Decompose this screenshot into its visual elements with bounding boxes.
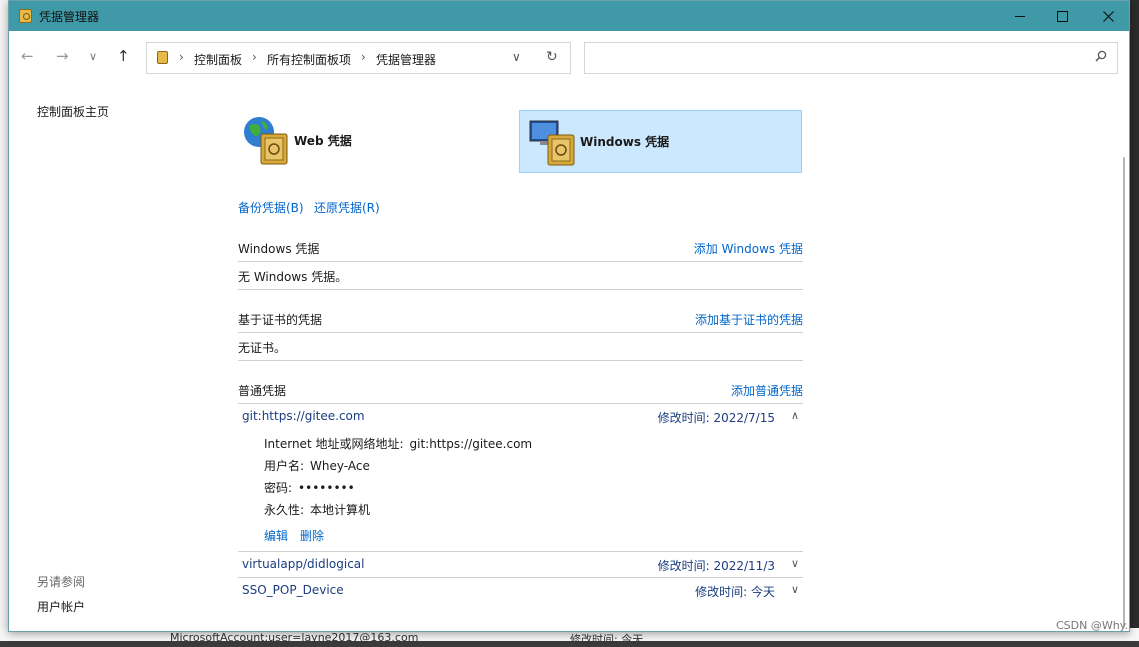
generic-credentials-section-header: 普通凭据 添加普通凭据 [238,382,803,402]
background-left-edge [0,0,8,641]
detail-persistence: 永久性: 本地计算机 [264,501,370,518]
detail-value: •••••••• [298,481,355,495]
detail-label: 永久性: [264,503,305,517]
window-title: 凭据管理器 [39,10,100,24]
breadcrumb-separator-icon: › [179,50,184,64]
credential-row[interactable]: git:https://gitee.com 修改时间: 2022/7/15 ∧ [238,409,803,431]
web-credentials-label: Web 凭据 [294,134,352,148]
edit-credential-link[interactable]: 编辑 [264,527,288,544]
divider [238,403,803,404]
detail-label: Internet 地址或网络地址: [264,437,404,451]
divider [238,551,803,552]
background-right-edge [1130,0,1139,641]
web-credentials-icon [244,117,288,165]
chevron-down-icon[interactable]: ∨ [791,557,799,570]
credential-row[interactable]: virtualapp/didlogical 修改时间: 2022/11/3 ∨ [238,557,803,579]
address-bar[interactable]: › 控制面板 › 所有控制面板项 › 凭据管理器 ∨ ↻ [146,42,571,74]
no-windows-credentials-text: 无 Windows 凭据。 [238,270,348,284]
divider [238,332,803,333]
user-accounts-link[interactable]: 用户帐户 [37,598,85,615]
certificate-credentials-section-header: 基于证书的凭据 添加基于证书的凭据 [238,311,803,331]
section-label: 普通凭据 [238,384,287,398]
credential-manager-window: 凭据管理器 ← → ∨ ↑ › 控制面板 › 所有控制面板项 › 凭据管理器 ∨… [8,0,1130,632]
add-generic-credential-link[interactable]: 添加普通凭据 [731,382,803,399]
background-text-2: 修改时间: 今天 [570,633,644,646]
add-certificate-credential-link[interactable]: 添加基于证书的凭据 [695,311,803,328]
credential-modified: 修改时间: 今天 [695,585,775,599]
recent-locations-chevron-icon[interactable]: ∨ [89,50,97,63]
divider [238,289,803,290]
breadcrumb-separator-icon: › [361,50,366,64]
credential-manager-icon [19,9,32,23]
address-dropdown-chevron-icon[interactable]: ∨ [512,50,521,64]
windows-credentials-label: Windows 凭据 [580,135,670,149]
title-bar[interactable]: 凭据管理器 [9,1,1129,31]
search-icon [1095,50,1107,62]
credential-name: git:https://gitee.com [242,409,365,423]
maximize-icon [1056,10,1068,22]
no-certificates-text: 无证书。 [238,341,287,355]
forward-arrow-icon[interactable]: → [56,47,69,65]
minimize-icon [1015,15,1025,17]
windows-credentials-icon [529,120,575,166]
detail-address: Internet 地址或网络地址: git:https://gitee.com [264,435,532,452]
detail-password: 密码: •••••••• [264,479,355,496]
back-arrow-icon[interactable]: ← [21,47,34,65]
background-text: MicrosoftAccount:user=layne2017@163.com [170,631,419,644]
breadcrumb-control-panel[interactable]: 控制面板 [194,51,242,68]
search-input[interactable] [584,42,1118,74]
refresh-icon[interactable]: ↻ [546,49,558,65]
control-panel-home-link[interactable]: 控制面板主页 [37,103,109,120]
credential-modified: 修改时间: 2022/7/15 [657,411,775,425]
restore-credentials-link[interactable]: 还原凭据(R) [314,199,380,216]
detail-label: 用户名: [264,459,305,473]
scrollbar[interactable] [1117,87,1129,631]
section-label: 基于证书的凭据 [238,313,323,327]
detail-value: Whey-Ace [310,459,370,473]
credential-modified: 修改时间: 2022/11/3 [657,559,775,573]
windows-credentials-tile[interactable]: Windows 凭据 [519,110,802,173]
minimize-button[interactable] [997,1,1043,31]
up-arrow-icon[interactable]: ↑ [117,47,130,65]
credential-name: SSO_POP_Device [242,583,344,597]
divider [238,360,803,361]
breadcrumb-credential-manager[interactable]: 凭据管理器 [376,51,436,68]
navigation-bar: ← → ∨ ↑ › 控制面板 › 所有控制面板项 › 凭据管理器 ∨ ↻ [9,31,1129,87]
detail-label: 密码: [264,481,293,495]
breadcrumb-all-items[interactable]: 所有控制面板项 [267,51,351,68]
watermark: CSDN @Why. [1056,619,1129,632]
close-icon [1102,10,1114,22]
detail-value: 本地计算机 [310,503,371,517]
chevron-down-icon[interactable]: ∨ [791,583,799,596]
detail-username: 用户名: Whey-Ace [264,457,370,474]
scrollbar-thumb[interactable] [1123,157,1125,627]
section-label: Windows 凭据 [238,242,320,256]
breadcrumb-separator-icon: › [252,50,257,64]
add-windows-credential-link[interactable]: 添加 Windows 凭据 [694,240,803,257]
web-credentials-tile[interactable]: Web 凭据 [237,110,507,173]
credential-name: virtualapp/didlogical [242,557,365,571]
windows-credentials-section-header: Windows 凭据 添加 Windows 凭据 [238,240,803,260]
detail-value: git:https://gitee.com [409,437,533,451]
credential-manager-icon [157,51,168,64]
maximize-button[interactable] [1039,1,1085,31]
credential-row[interactable]: SSO_POP_Device 修改时间: 今天 ∨ [238,583,803,605]
chevron-up-icon[interactable]: ∧ [791,409,799,422]
divider [238,577,803,578]
delete-credential-link[interactable]: 删除 [300,527,324,544]
close-button[interactable] [1085,1,1129,31]
backup-credentials-link[interactable]: 备份凭据(B) [238,199,304,216]
see-also-heading: 另请参阅 [37,575,86,589]
divider [238,261,803,262]
